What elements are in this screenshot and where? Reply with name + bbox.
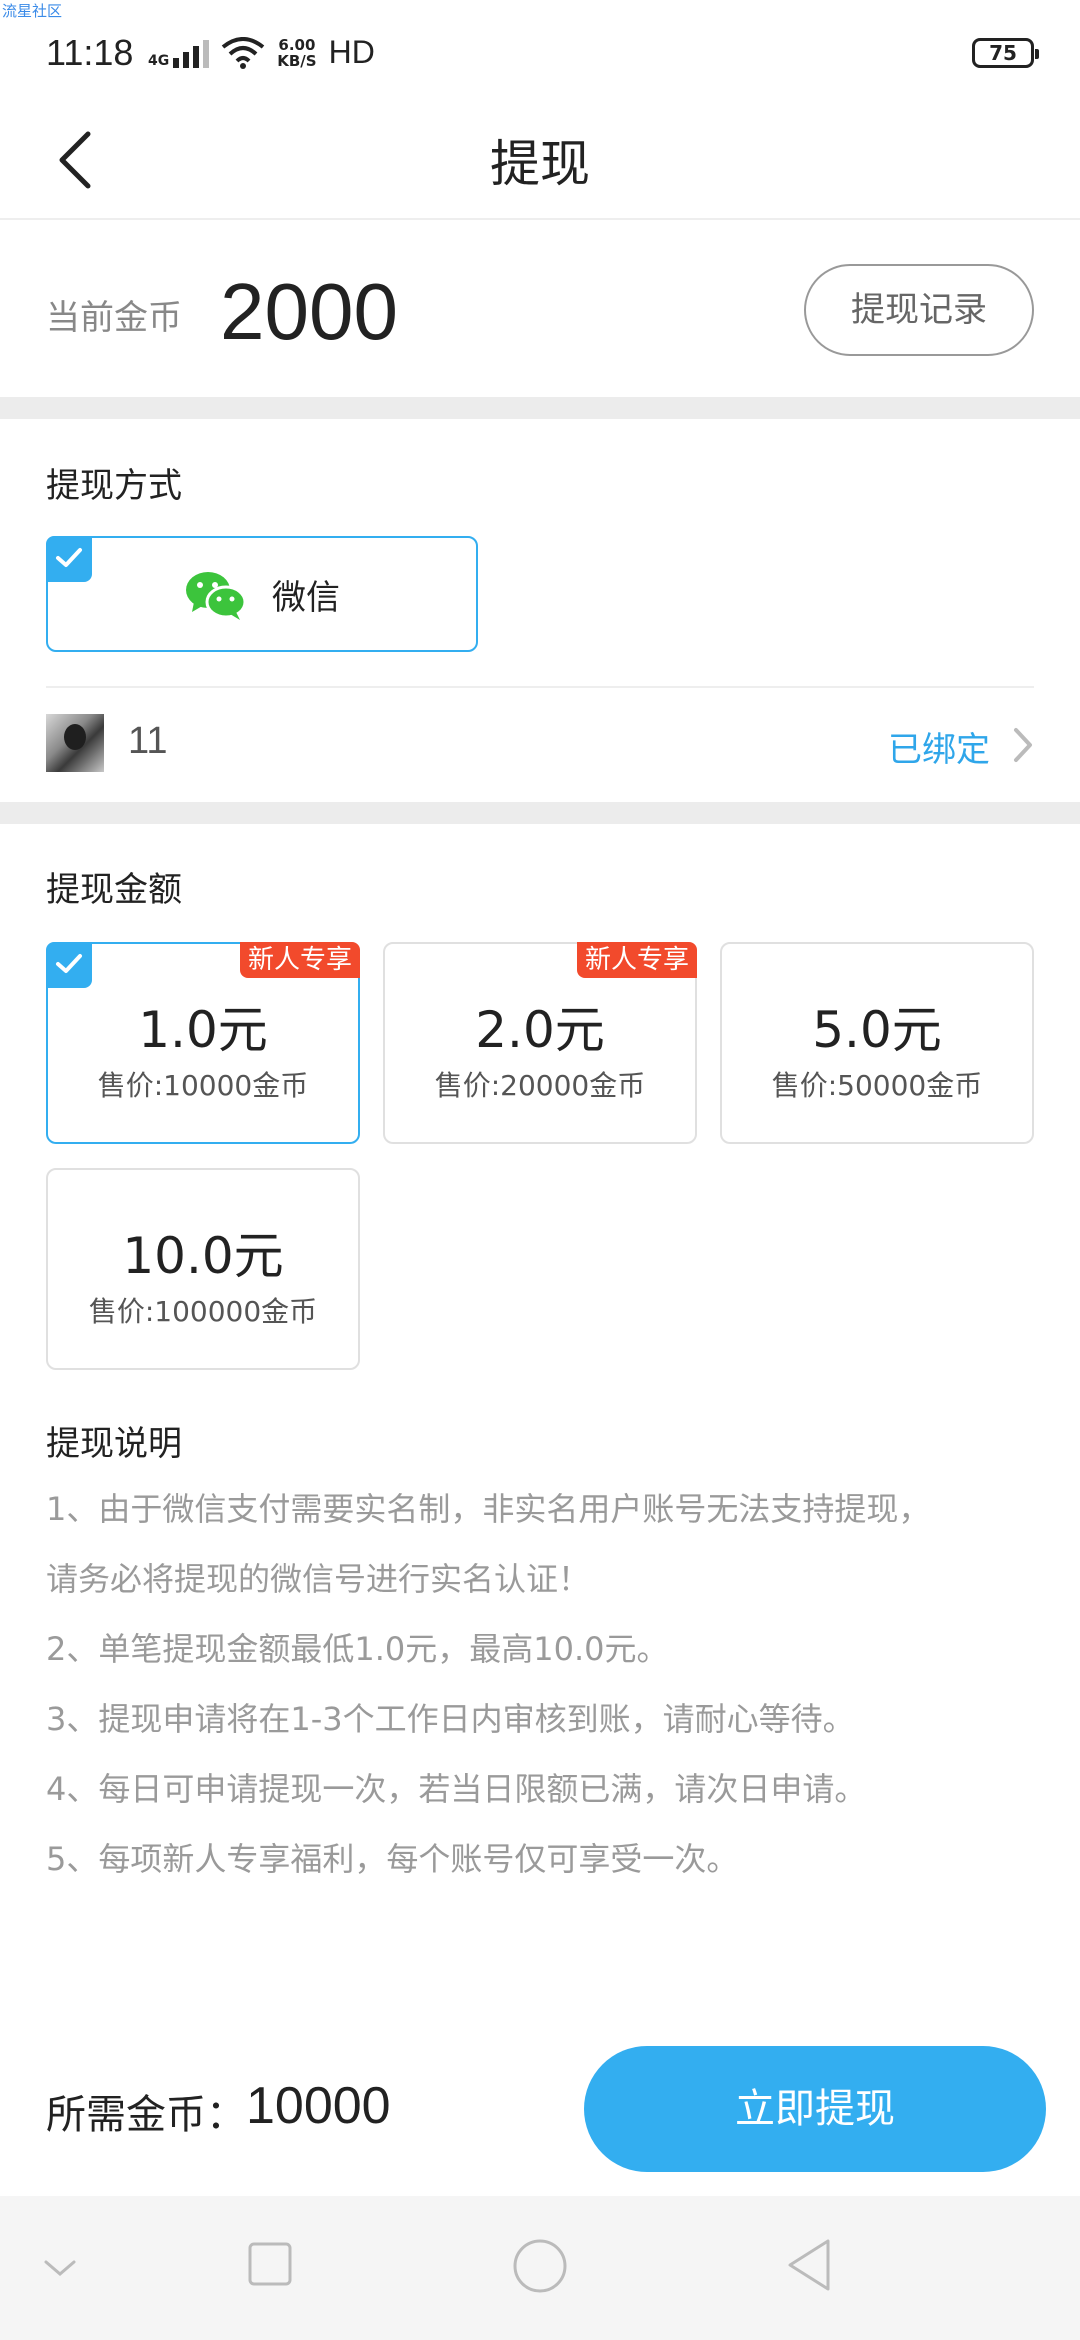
bound-status: 已绑定 [888, 730, 990, 770]
status-bar: 11:18 4G 6.00 KB/S HD 75 [0, 0, 1080, 100]
note-line: 2、单笔提现金额最低1.0元，最高10.0元。 [46, 1630, 669, 1668]
note-line: 5、每项新人专享福利，每个账号仅可享受一次。 [46, 1840, 739, 1878]
coins-label: 当前金币 [46, 298, 182, 338]
note-line: 4、每日可申请提现一次，若当日限额已满，请次日申请。 [46, 1770, 867, 1808]
nav-recents-icon[interactable] [248, 2242, 292, 2286]
method-label: 微信 [272, 578, 340, 618]
note-line: 3、提现申请将在1-3个工作日内审核到账，请耐心等待。 [46, 1700, 855, 1738]
notes-list: 1、由于微信支付需要实名制，非实名用户账号无法支持提现， 请务必将提现的微信号进… [46, 1474, 1046, 1894]
section-gap [0, 397, 1080, 419]
network-speed: 6.00 KB/S [277, 37, 316, 69]
amount-value: 1.0元 [138, 1001, 268, 1059]
promo-tag: 新人专享 [576, 942, 697, 978]
system-nav-bar [0, 2196, 1080, 2340]
note-line: 1、由于微信支付需要实名制，非实名用户账号无法支持提现， [46, 1490, 931, 1528]
amount-value: 5.0元 [812, 1001, 942, 1059]
amount-price: 售价:10000金币 [97, 1069, 309, 1102]
nav-back-icon[interactable] [786, 2238, 832, 2292]
section-gap [0, 802, 1080, 824]
avatar [46, 714, 104, 772]
battery-icon: 75 [972, 38, 1039, 68]
speed-value: 6.00 [278, 35, 316, 54]
method-section-title: 提现方式 [46, 466, 182, 506]
required-coins-value: 10000 [246, 2077, 391, 2135]
withdraw-now-button[interactable]: 立即提现 [584, 2046, 1046, 2172]
coins-value: 2000 [220, 267, 398, 356]
amount-option-4[interactable]: 10.0元 售价:100000金币 [46, 1168, 360, 1370]
required-coins-label: 所需金币： [46, 2092, 246, 2138]
hd-label: HD [328, 34, 375, 70]
amount-section-title: 提现金额 [46, 870, 182, 910]
status-icons: 4G 6.00 KB/S HD [148, 34, 375, 71]
amount-value: 2.0元 [475, 1001, 605, 1059]
amount-value: 10.0元 [122, 1227, 284, 1285]
chevron-right-icon [1014, 728, 1032, 762]
nav-bar: 提现 [0, 100, 1080, 220]
wifi-icon [221, 36, 265, 69]
check-icon [46, 536, 92, 582]
amount-option-3[interactable]: 5.0元 售价:50000金币 [720, 942, 1034, 1144]
notes-title: 提现说明 [46, 1424, 182, 1464]
nav-collapse-icon[interactable] [42, 2256, 78, 2280]
promo-tag: 新人专享 [239, 942, 360, 978]
signal-icon [173, 38, 210, 68]
note-line: 请务必将提现的微信号进行实名认证！ [46, 1560, 591, 1598]
amount-price: 售价:20000金币 [434, 1069, 646, 1102]
amount-option-2[interactable]: 新人专享 2.0元 售价:20000金币 [383, 942, 697, 1144]
method-option-wechat[interactable]: 微信 [46, 536, 478, 652]
amount-option-1[interactable]: 新人专享 1.0元 售价:10000金币 [46, 942, 360, 1144]
page-title: 提现 [490, 135, 590, 193]
account-name: 11 [128, 720, 168, 762]
network-type: 4G [148, 52, 170, 69]
withdraw-history-button[interactable]: 提现记录 [804, 264, 1034, 356]
speed-unit: KB/S [277, 51, 317, 70]
check-icon [46, 942, 92, 988]
nav-home-icon[interactable] [512, 2238, 568, 2294]
status-time: 11:18 [46, 32, 134, 73]
coins-row: 当前金币 2000 提现记录 [0, 222, 1080, 397]
wechat-icon [186, 572, 246, 620]
amount-price: 售价:100000金币 [88, 1295, 318, 1328]
amount-price: 售价:50000金币 [771, 1069, 983, 1102]
bound-account-row[interactable]: 11 已绑定 [0, 688, 1080, 802]
